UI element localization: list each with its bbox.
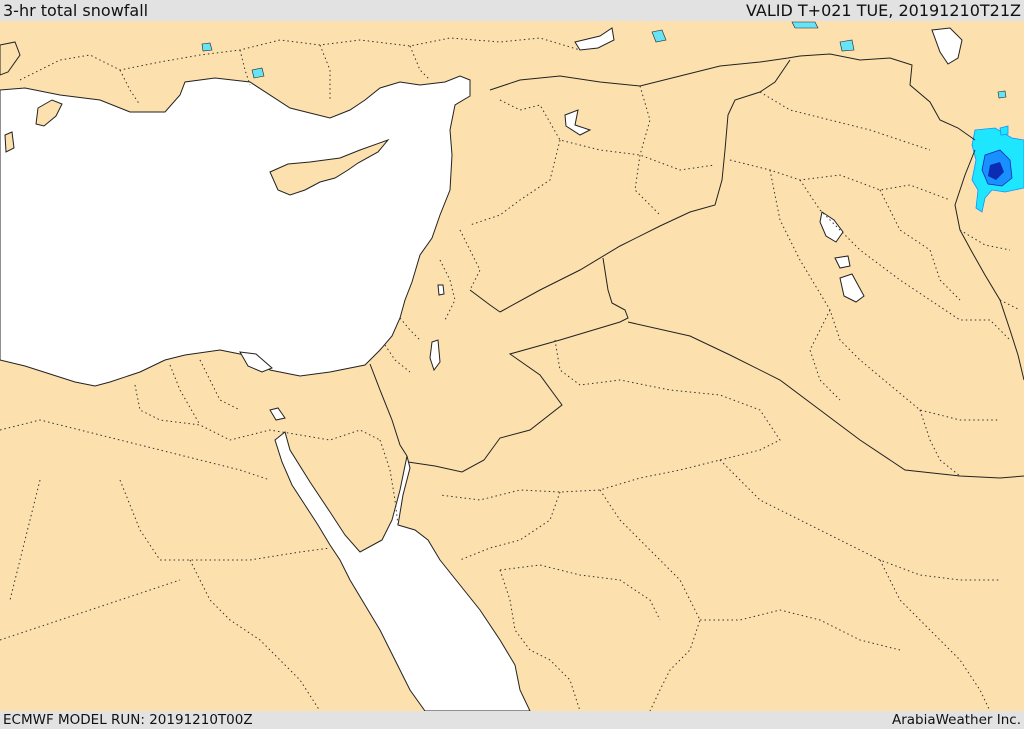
lake-tuz	[251, 67, 265, 79]
credit-text: ArabiaWeather Inc.	[891, 712, 1021, 728]
valid-time: VALID T+021 TUE, 20191210T21Z	[745, 1, 1021, 20]
model-run: ECMWF MODEL RUN: 20191210T00Z	[3, 712, 253, 728]
snowfall-map	[0, 21, 1024, 711]
lake-small-west	[201, 42, 213, 52]
header-bar: 3-hr total snowfall VALID T+021 TUE, 201…	[0, 0, 1024, 21]
lake-far-east	[839, 39, 855, 52]
footer-bar: ECMWF MODEL RUN: 20191210T00Z ArabiaWeat…	[0, 711, 1024, 729]
map-title: 3-hr total snowfall	[3, 1, 149, 20]
lake-van	[791, 21, 819, 29]
snowfall-light-patch	[999, 125, 1009, 136]
lake-east-small	[997, 90, 1007, 99]
sea-of-galilee	[437, 284, 445, 296]
